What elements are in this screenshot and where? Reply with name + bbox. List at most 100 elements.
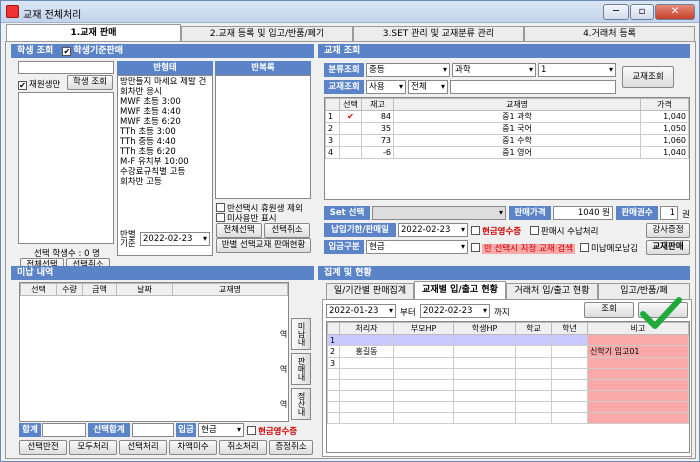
pay-date-label: 납입기한/판매일 (324, 223, 396, 237)
sell-textbook-button[interactable]: 교재판매 (646, 240, 690, 255)
stats-col-0 (327, 322, 340, 335)
row-select-checkbox[interactable] (339, 146, 362, 159)
difference-unpaid-button[interactable]: 차액미수 (169, 440, 217, 455)
lookup-select-1[interactable]: 사용 (366, 80, 406, 94)
class-textbook-search-checkbox[interactable]: 반 선택시 지정 교재 검색 (471, 242, 576, 254)
set-select[interactable] (372, 206, 506, 220)
tab-vendor-inout[interactable]: 거래처 입/출고 현황 (506, 283, 598, 299)
repeat-select-cancel-button[interactable]: 선택취소 (264, 223, 310, 238)
maximize-button[interactable]: ▫ (630, 4, 654, 20)
lookup-select-2[interactable]: 전체 (408, 80, 448, 94)
stats-empty-cell (551, 368, 588, 380)
col-select: 선택 (339, 98, 362, 111)
sales-history-button[interactable]: 판매내역 (279, 353, 311, 385)
stats-cell (393, 345, 454, 358)
tab-daily-sales[interactable]: 일/기간별 판매집계 (326, 283, 414, 299)
class-item[interactable]: TTh 초등 6:20 (120, 147, 210, 157)
tab-textbook-sales[interactable]: 1.교재 판매 (6, 24, 181, 42)
instructor-gift-button[interactable]: 강사증정 (646, 223, 690, 238)
class-item[interactable]: TTh 초등 3:00 (120, 127, 210, 137)
cancel-gift-button[interactable]: 증정취소 (269, 440, 313, 455)
cancel-process-button[interactable]: 취소처리 (219, 440, 267, 455)
class-item[interactable]: M-F 유치부 10:00 (120, 157, 210, 167)
class-sales-status-button[interactable]: 반별 선택교재 판매현황 (216, 238, 311, 253)
col-stock: 재고 (361, 98, 394, 111)
stats-col-5: 학년 (551, 322, 588, 335)
stats-empty-cell (453, 368, 516, 380)
class-item[interactable]: MWF 초등 4:40 (120, 107, 210, 117)
process-selected-button[interactable]: 선택처리 (119, 440, 167, 455)
stats-empty-row (327, 368, 689, 380)
stats-row[interactable]: 3 (327, 357, 689, 369)
stats-empty-cell (339, 379, 394, 391)
student-name-input[interactable] (18, 61, 114, 74)
title-bar: 교재 전체처리 ─ ▫ ✕ (1, 1, 699, 23)
textbook-row[interactable]: 4 -6 중1 영어 1,040 (325, 146, 689, 159)
class-date-label-bottom: 기준 (120, 239, 136, 249)
close-button[interactable]: ✕ (655, 4, 695, 20)
row-select-checkbox[interactable] (339, 122, 362, 135)
class-item[interactable]: 수강료규칙별 고등 (120, 167, 210, 177)
stats-grid[interactable]: 처리자 부모HP 학생HP 학교 학년 비고 1 2 홍길동 신학기 입고01 3 (326, 321, 690, 453)
repeat-list[interactable] (215, 75, 311, 199)
stats-date-to[interactable]: 2022-02-23 (420, 304, 490, 318)
unpaid-history-button[interactable]: 미납내역 (279, 318, 311, 350)
student-search-button[interactable]: 학생 조회 (67, 75, 113, 90)
stats-cell (551, 345, 588, 358)
sale-qty-label: 판매권수 (616, 206, 658, 220)
category-select-3[interactable]: 1 (538, 63, 616, 77)
textbook-grid[interactable]: 선택 재고 교재명 가격 1 ✔ 84 중1 과학 1,040 2 35 중1 국어 1,050… (324, 97, 690, 200)
select-total-input[interactable] (132, 423, 174, 437)
invert-selection-button[interactable]: 선택반전 (19, 440, 67, 455)
pay-type-select[interactable]: 현금 (366, 240, 468, 254)
student-based-sale-checkbox[interactable]: ✔ 학생기준판매 (62, 46, 123, 56)
stats-search-button[interactable]: 조회 (584, 302, 634, 318)
sale-price-input[interactable]: 1040 원 (553, 206, 613, 220)
tab-set-management[interactable]: 3.SET 관리 및 교재분류 관리 (353, 26, 524, 42)
row-price: 1,050 (640, 122, 689, 135)
sale-receipt-checkbox[interactable]: 판매시 수납처리 (530, 225, 598, 237)
textbook-search-button[interactable]: 교재조회 (622, 66, 674, 88)
total-input[interactable] (42, 423, 86, 437)
tab-textbook-register[interactable]: 2.교재 등록 및 입고/반품/폐기 (181, 26, 353, 42)
student-list[interactable] (18, 92, 114, 244)
textbook-row[interactable]: 3 73 중1 수학 1,060 (325, 134, 689, 147)
class-date-picker[interactable]: 2022-02-23 (140, 232, 210, 246)
class-item[interactable]: TTh 중등 4:40 (120, 137, 210, 147)
repeat-select-all-button[interactable]: 전체선택 (216, 223, 262, 238)
settlement-history-button[interactable]: 정산내역 (279, 388, 311, 420)
repeat-list-header: 반복록 (215, 61, 311, 75)
row-select-checkbox[interactable]: ✔ (339, 110, 362, 123)
green-checkmark-icon (640, 297, 682, 329)
stats-row[interactable]: 2 홍길동 신학기 입고01 (327, 345, 689, 358)
stats-row[interactable]: 1 (327, 334, 689, 346)
row-select-checkbox[interactable] (339, 134, 362, 147)
unpaid-cash-receipt-checkbox[interactable]: 현금영수증 (247, 425, 297, 437)
category-select-2[interactable]: 과학 (452, 63, 536, 77)
class-item[interactable]: 방만들지 마세요 제발 건 (120, 77, 210, 87)
process-all-button[interactable]: 모두처리 (69, 440, 117, 455)
tab-vendor-register[interactable]: 4.거래처 등록 (524, 26, 695, 42)
enrolled-only-checkbox[interactable]: ✔ 재원생만 (18, 78, 60, 90)
unpaid-memo-checkbox[interactable]: 미납메모남김 (580, 242, 638, 254)
class-item[interactable]: 회차반 응시 (120, 87, 210, 97)
stats-cell: 2 (327, 345, 340, 358)
sale-qty-input[interactable]: 1 (660, 206, 678, 220)
textbook-row[interactable]: 1 ✔ 84 중1 과학 1,040 (325, 110, 689, 123)
stats-date-from[interactable]: 2022-01-23 (326, 304, 396, 318)
class-item[interactable]: MWF 초등 6:20 (120, 117, 210, 127)
pay-date-picker[interactable]: 2022-02-23 (398, 223, 468, 237)
class-item[interactable]: MWF 초등 3:00 (120, 97, 210, 107)
class-item[interactable]: 회차반 고등 (120, 177, 210, 187)
cash-receipt-checkbox[interactable]: 현금영수증 (471, 225, 521, 237)
deposit-type-select[interactable]: 현금 (198, 423, 244, 437)
select-total-label: 선택합계 (88, 423, 130, 437)
category-select-1[interactable]: 중등 (366, 63, 450, 77)
minimize-button[interactable]: ─ (603, 4, 629, 20)
tab-textbook-inout[interactable]: 교재별 입/출고 현황 (414, 281, 506, 299)
stats-empty-cell (515, 368, 552, 380)
row-price: 1,040 (640, 110, 689, 123)
textbook-name-input[interactable] (450, 80, 616, 94)
textbook-row[interactable]: 2 35 중1 국어 1,050 (325, 122, 689, 135)
unpaid-grid[interactable]: 선택 수량 금액 날짜 교재명 (19, 282, 289, 422)
